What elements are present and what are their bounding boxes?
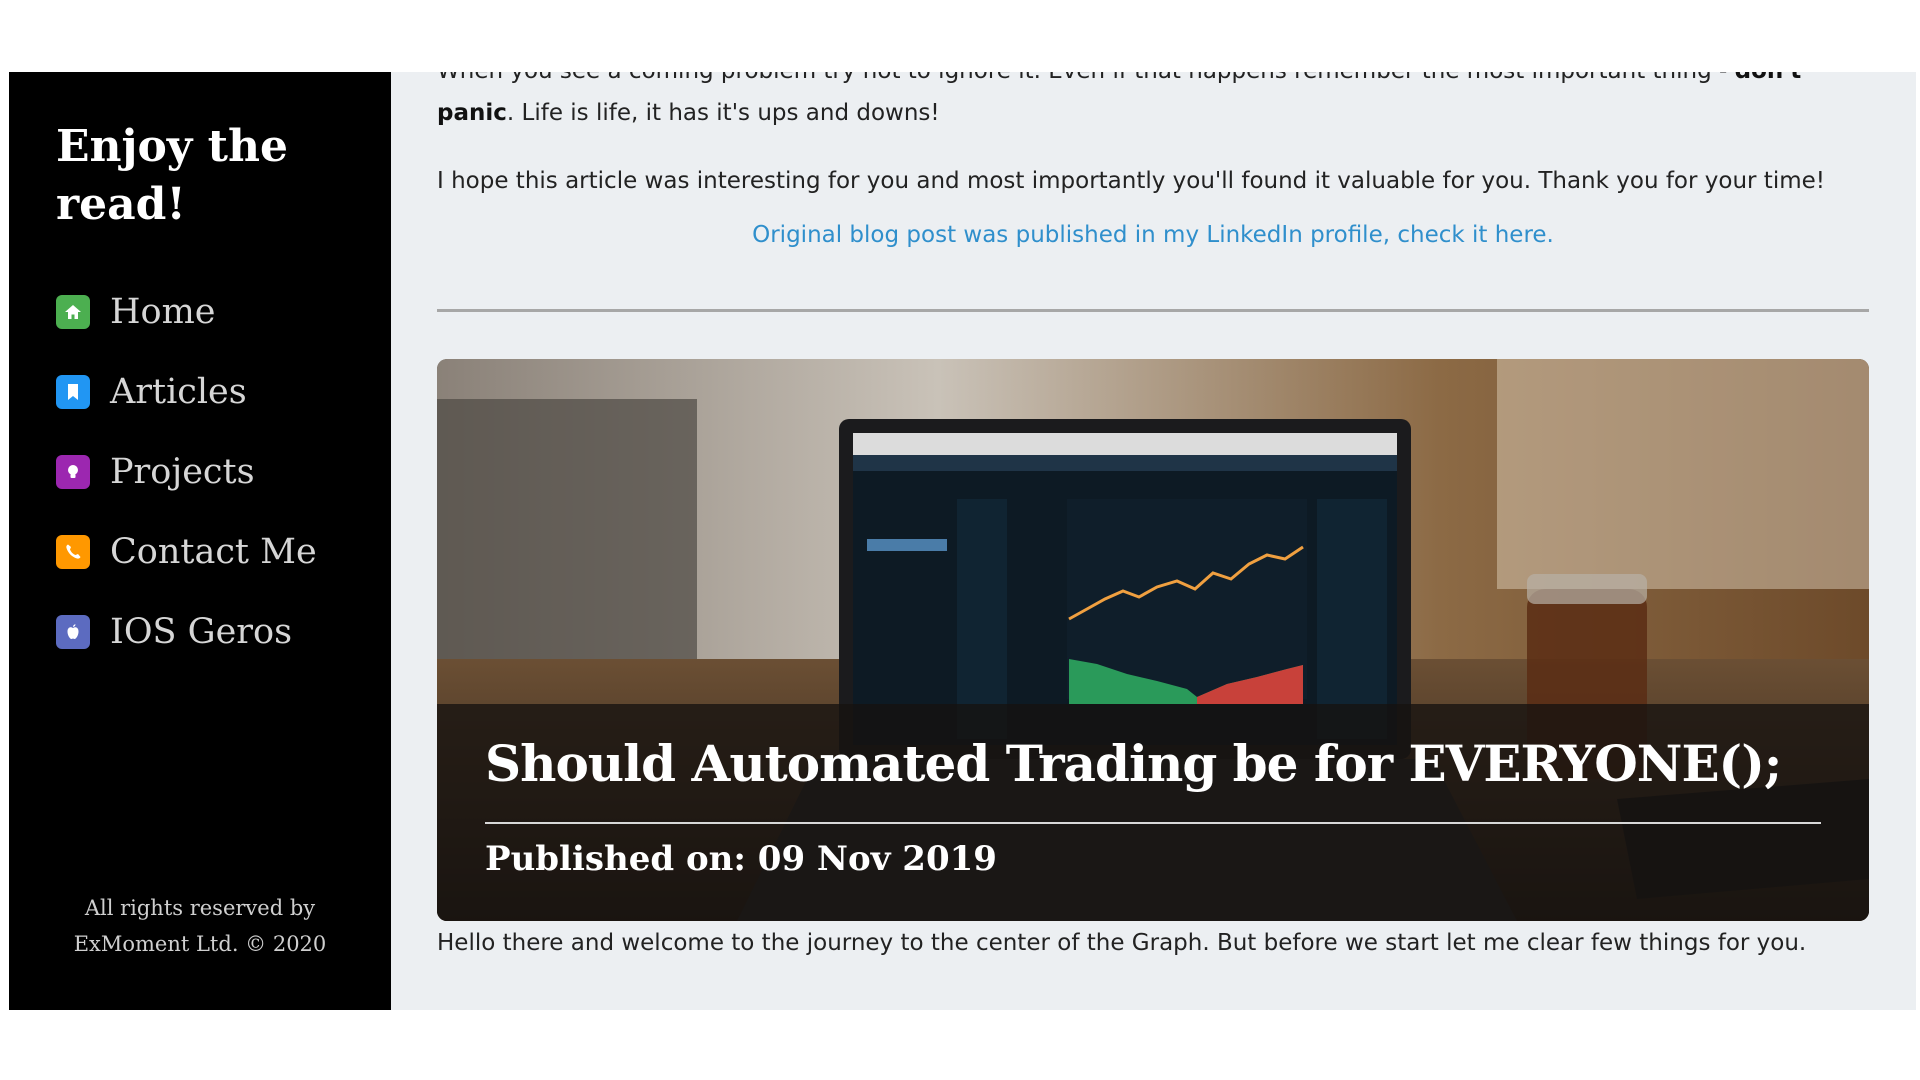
page-frame: Enjoy the read! Home Articles Projects C… bbox=[9, 72, 1916, 1010]
linkedin-link[interactable]: Original blog post was published in my L… bbox=[437, 222, 1869, 248]
article-paragraph: When you see a coming problem try not to… bbox=[437, 72, 1877, 134]
post-caption: Should Automated Trading be for EVERYONE… bbox=[437, 704, 1869, 921]
footer-line-1: All rights reserved by bbox=[84, 896, 316, 920]
sidebar-item-articles[interactable]: Articles bbox=[56, 352, 317, 432]
sidebar-item-ios-geros[interactable]: IOS Geros bbox=[56, 592, 317, 672]
apple-icon bbox=[56, 615, 90, 649]
sidebar-item-label: IOS Geros bbox=[110, 612, 293, 652]
post-intro: Hello there and welcome to the journey t… bbox=[437, 930, 1807, 956]
sidebar-item-projects[interactable]: Projects bbox=[56, 432, 317, 512]
article-paragraph: I hope this article was interesting for … bbox=[437, 168, 1825, 194]
main-content: When you see a coming problem try not to… bbox=[391, 72, 1916, 1010]
lightbulb-icon bbox=[56, 455, 90, 489]
phone-icon bbox=[56, 535, 90, 569]
paragraph-text: When you see a coming problem try not to… bbox=[437, 72, 1735, 84]
caption-divider bbox=[485, 822, 1821, 824]
post-card[interactable]: Should Automated Trading be for EVERYONE… bbox=[437, 359, 1869, 921]
paragraph-text: . Life is life, it has it's ups and down… bbox=[506, 100, 940, 126]
sidebar-footer: All rights reserved by ExMoment Ltd. © 2… bbox=[9, 890, 391, 962]
bookmark-icon bbox=[56, 375, 90, 409]
sidebar-title: Enjoy the read! bbox=[56, 121, 288, 230]
post-date: Published on: 09 Nov 2019 bbox=[485, 839, 997, 879]
sidebar-item-label: Contact Me bbox=[110, 532, 317, 572]
divider bbox=[437, 309, 1869, 312]
home-icon bbox=[56, 295, 90, 329]
sidebar-item-home[interactable]: Home bbox=[56, 272, 317, 352]
sidebar-item-contact[interactable]: Contact Me bbox=[56, 512, 317, 592]
footer-line-2: ExMoment Ltd. © 2020 bbox=[73, 932, 327, 956]
sidebar-item-label: Home bbox=[110, 292, 216, 332]
sidebar-item-label: Projects bbox=[110, 452, 255, 492]
sidebar-item-label: Articles bbox=[110, 372, 247, 412]
post-title: Should Automated Trading be for EVERYONE… bbox=[485, 734, 1782, 793]
sidebar-nav: Home Articles Projects Contact Me IOS Ge… bbox=[56, 272, 317, 672]
sidebar: Enjoy the read! Home Articles Projects C… bbox=[9, 72, 391, 1010]
